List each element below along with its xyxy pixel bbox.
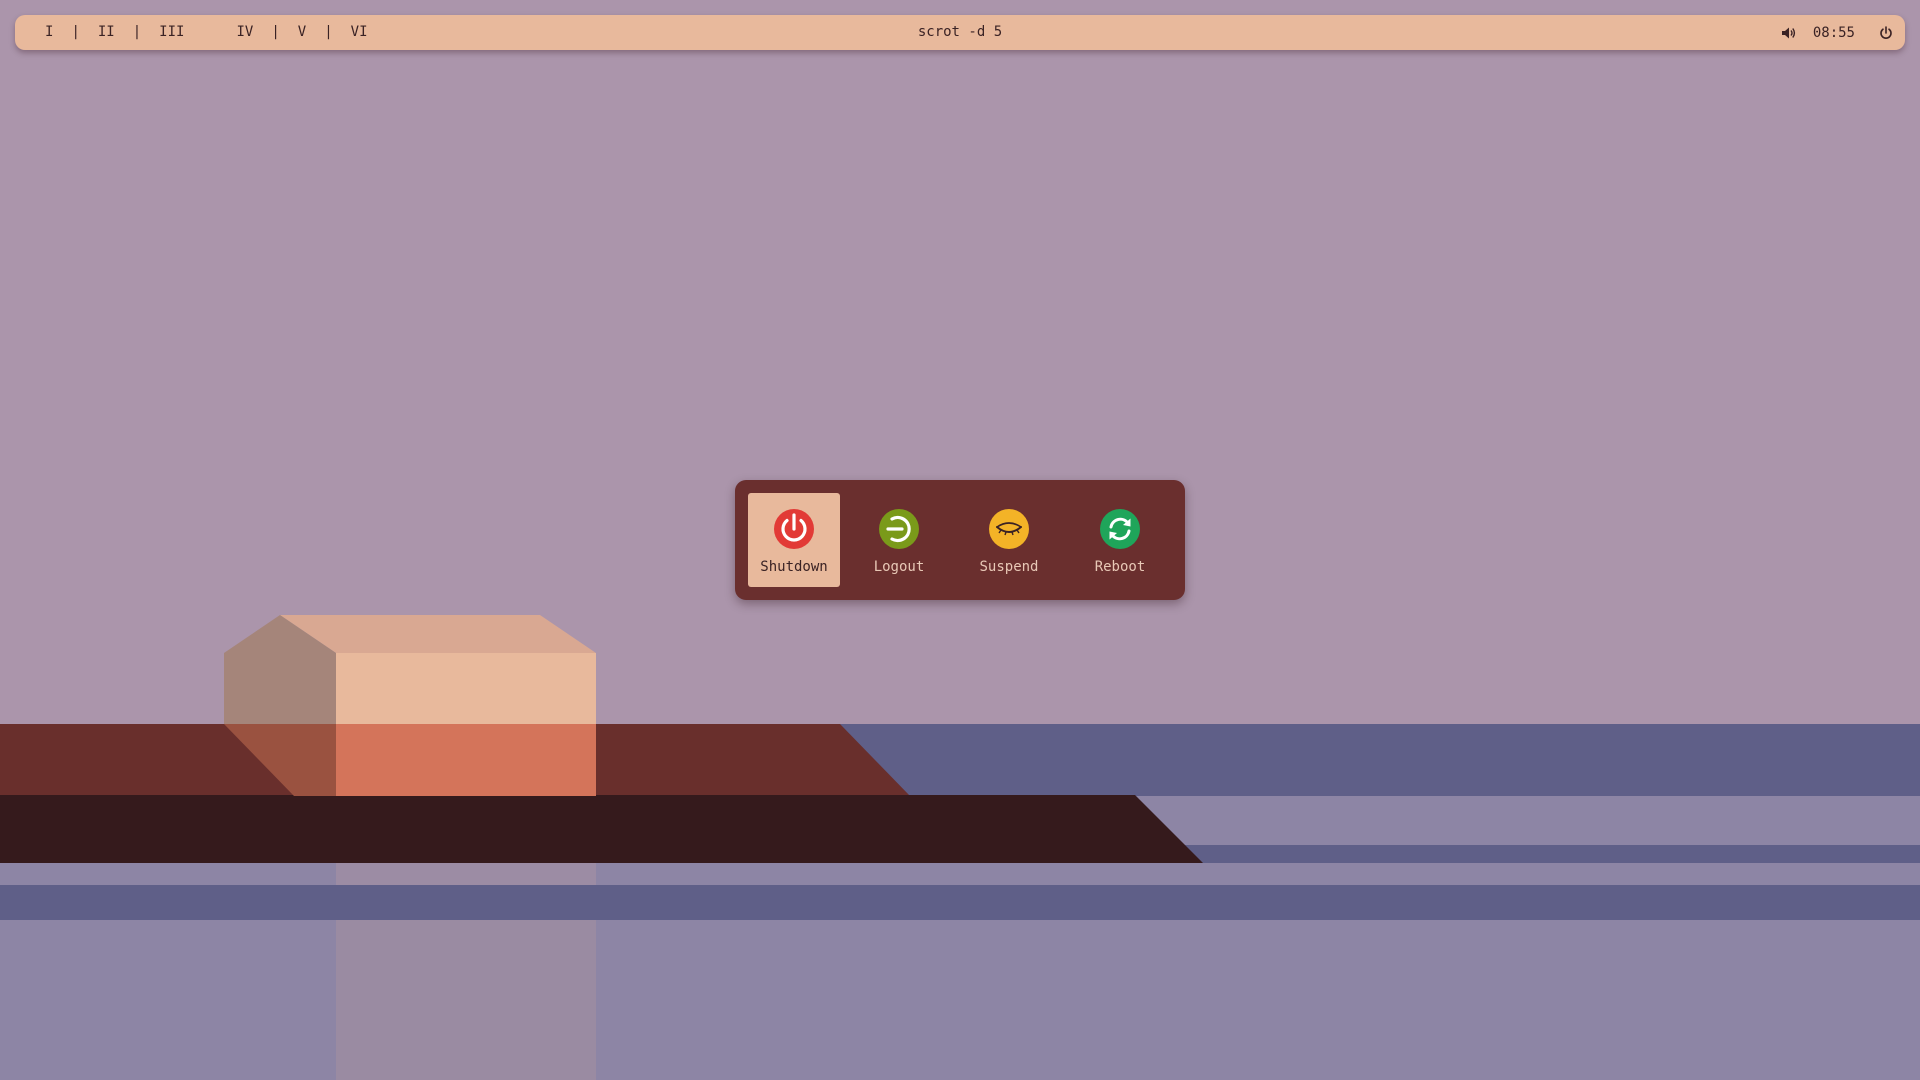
reboot-label: Reboot bbox=[1094, 559, 1146, 575]
shutdown-button[interactable]: Shutdown bbox=[748, 493, 840, 587]
volume-icon[interactable] bbox=[1781, 25, 1797, 41]
suspend-label: Suspend bbox=[979, 559, 1039, 575]
status-area: 08:55 bbox=[1781, 15, 1893, 50]
logout-label: Logout bbox=[873, 559, 925, 575]
sleep-eye-icon bbox=[989, 509, 1029, 549]
suspend-button[interactable]: Suspend bbox=[963, 493, 1055, 587]
top-bar: I | II | III IV | V | VI scrot -d 5 08:5… bbox=[15, 15, 1905, 50]
power-icon bbox=[774, 509, 814, 549]
clock: 08:55 bbox=[1812, 24, 1855, 41]
power-icon[interactable] bbox=[1879, 25, 1893, 40]
window-title: scrot -d 5 bbox=[917, 24, 1003, 40]
refresh-icon bbox=[1100, 509, 1140, 549]
logout-icon bbox=[879, 509, 919, 549]
power-menu: Shutdown Logout Suspend Reboot bbox=[735, 480, 1185, 600]
logout-button[interactable]: Logout bbox=[853, 493, 945, 587]
shutdown-label: Shutdown bbox=[760, 559, 828, 575]
reboot-button[interactable]: Reboot bbox=[1074, 493, 1166, 587]
